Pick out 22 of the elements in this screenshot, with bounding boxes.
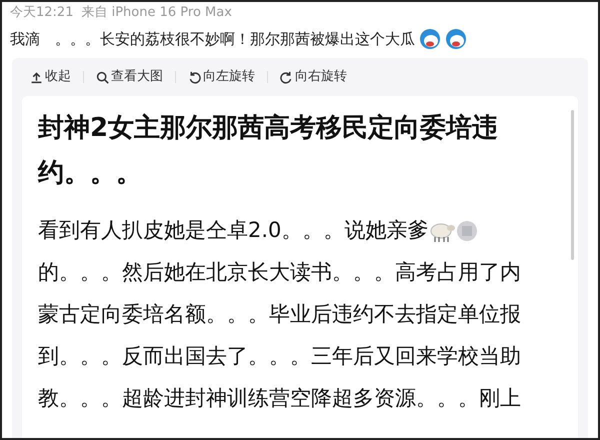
toolbar-button[interactable]: 向右旋转: [280, 67, 347, 87]
toolbar-button[interactable]: 向左旋转: [188, 67, 255, 87]
toolbar-button[interactable]: 收起: [30, 67, 71, 87]
search-icon: [96, 70, 109, 84]
post-text: 我滴 。。。长安的荔枝很不妙啊！那尔那茜被爆出这个大瓜: [10, 28, 415, 50]
post-time: 今天12:21: [10, 4, 74, 22]
blurred-icon: [456, 220, 478, 242]
post-source: 来自 iPhone 16 Pro Max: [81, 4, 232, 22]
rotate-left-icon: [188, 70, 201, 84]
image-text: 教。。。超龄进封神训练营空降超多资源。。。刚上: [38, 385, 521, 412]
toolbar-button[interactable]: 查看大图: [96, 67, 163, 87]
image-title: 封神2女主那尔那茜高考移民定向委培违: [38, 112, 500, 145]
rotate-right-icon: [280, 70, 293, 84]
emoji-icon: [419, 28, 441, 50]
upload-icon: [30, 70, 43, 84]
image-text: 到。。。反而出国去了。。。三年后又回来学校当助: [38, 343, 521, 370]
scrollbar[interactable]: [571, 110, 574, 260]
image-text: 看到有人扒皮她是仝卓2.0。。。说她亲爹: [38, 217, 428, 244]
image-title: 约。。。: [38, 157, 143, 190]
image-text: 蒙古定向委培名额。。。毕业后违约不去指定单位报: [38, 301, 521, 328]
emoji-icon: [445, 28, 467, 50]
image-text: 的。。。然后她在北京长大读书。。。高考占用了内: [38, 259, 521, 286]
